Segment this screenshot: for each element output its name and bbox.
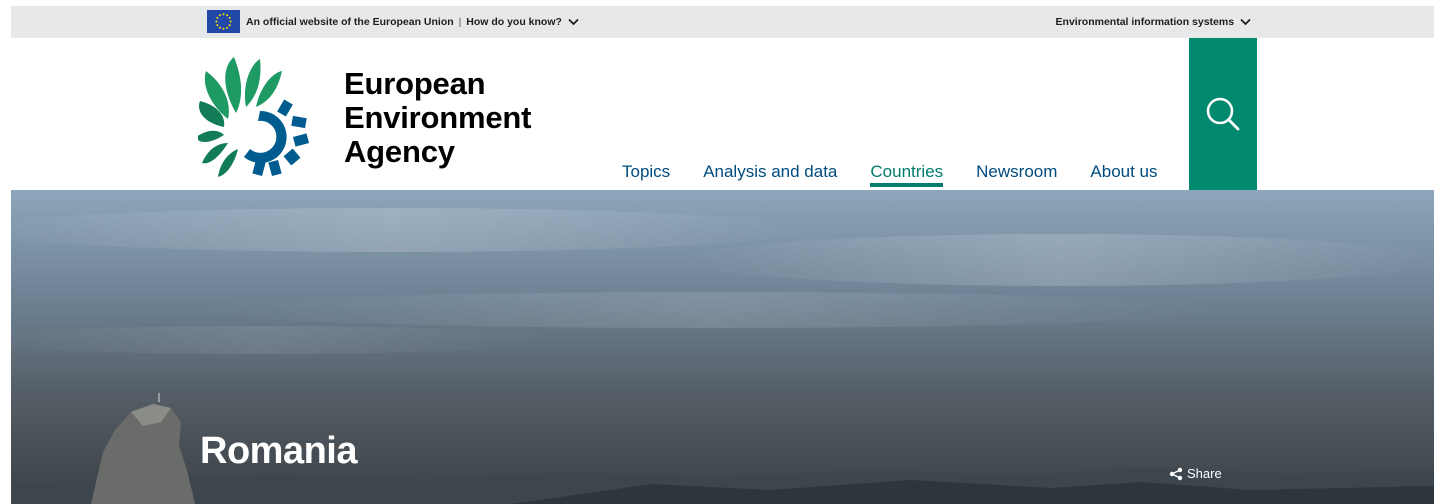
how-do-you-know-label: How do you know? [466, 16, 562, 28]
environmental-information-systems-dropdown[interactable]: Environmental information systems [1056, 6, 1251, 38]
page-title: Romania [200, 430, 357, 472]
search-icon [1206, 97, 1240, 131]
how-do-you-know-link[interactable]: How do you know? [466, 16, 579, 28]
eu-official-text: An official website of the European Unio… [246, 6, 579, 38]
nav-item-topics[interactable]: Topics [622, 160, 670, 184]
logo-line-3: Agency [344, 134, 455, 169]
chevron-down-icon [568, 19, 579, 26]
logo-line-1: European [344, 66, 486, 101]
search-button[interactable] [1189, 38, 1257, 190]
official-website-label: An official website of the European Unio… [246, 16, 454, 28]
env-systems-label: Environmental information systems [1055, 16, 1235, 28]
share-label: Share [1187, 466, 1222, 481]
hero-banner: Romania Share [11, 190, 1434, 504]
nav-item-newsroom[interactable]: Newsroom [976, 160, 1057, 184]
eu-official-bar: An official website of the European Unio… [11, 6, 1434, 38]
page: An official website of the European Unio… [0, 0, 1440, 504]
logo-line-2: Environment [344, 100, 532, 135]
share-icon [1169, 467, 1183, 480]
share-button[interactable]: Share [1169, 466, 1222, 481]
eea-logo-text[interactable]: European Environment Agency [344, 67, 531, 169]
nav-item-countries[interactable]: Countries [870, 160, 943, 187]
nav-item-about-us[interactable]: About us [1090, 160, 1157, 184]
separator: | [458, 16, 462, 28]
nav-item-analysis-and-data[interactable]: Analysis and data [703, 160, 837, 184]
eea-logo-icon[interactable] [196, 55, 318, 180]
main-navigation: Topics Analysis and data Countries Newsr… [622, 160, 1158, 187]
eu-flag-icon [207, 10, 240, 33]
chevron-down-icon [1240, 19, 1251, 26]
